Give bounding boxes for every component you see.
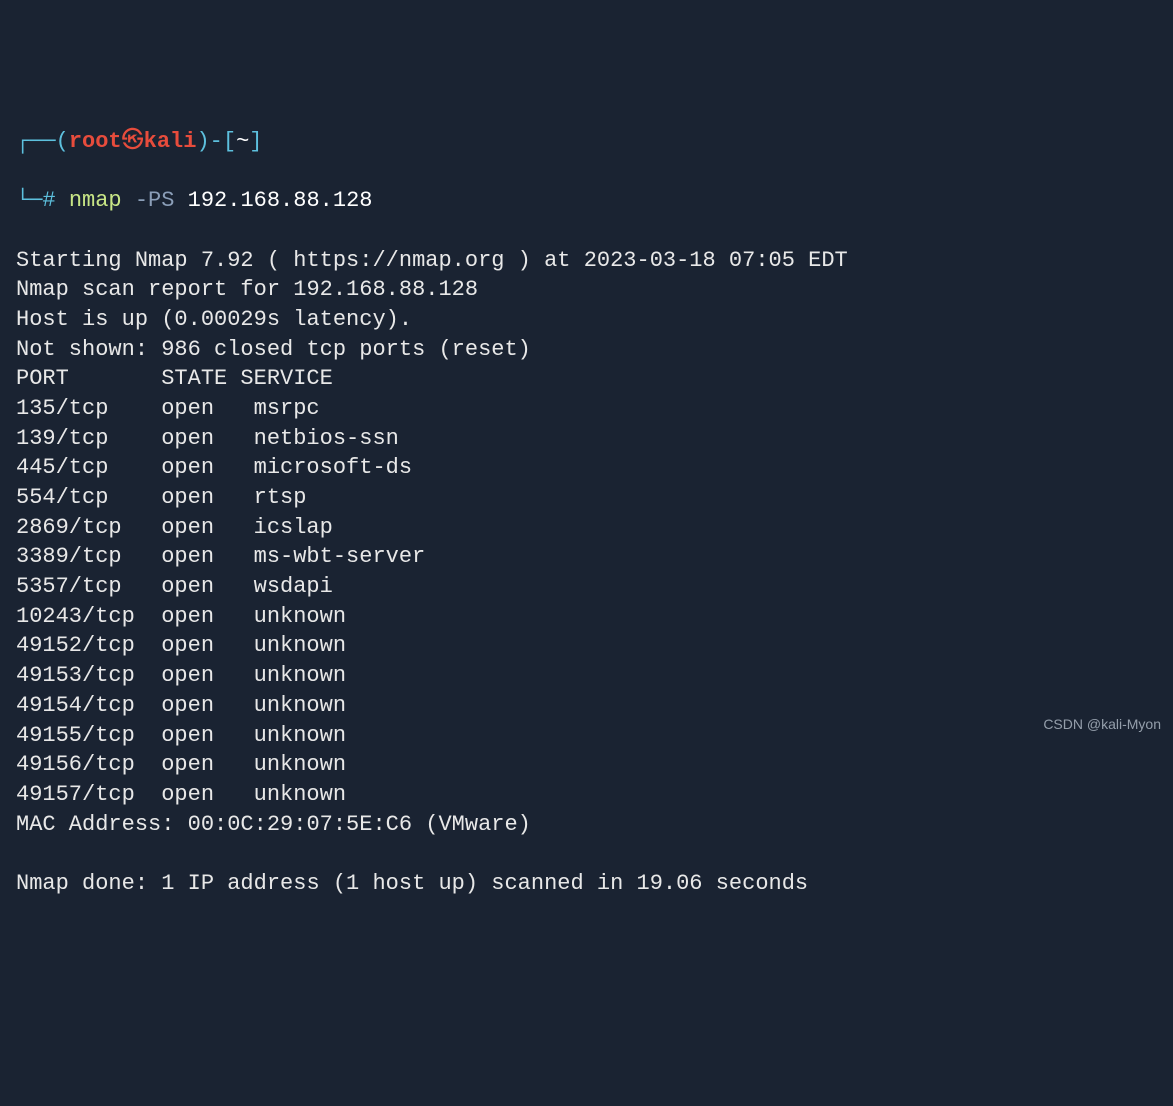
port-row: 3389/tcpopenms-wbt-server bbox=[16, 544, 425, 569]
prompt-line-2: └─# nmap -PS 192.168.88.128 bbox=[16, 186, 1157, 216]
port-row: 10243/tcpopenunknown bbox=[16, 604, 346, 629]
port-cell: 49152/tcp bbox=[16, 631, 161, 661]
port-row: 135/tcpopenmsrpc bbox=[16, 396, 320, 421]
port-row: 49156/tcpopenunknown bbox=[16, 752, 346, 777]
prompt-host: kali bbox=[144, 129, 197, 154]
port-cell: 49154/tcp bbox=[16, 691, 161, 721]
port-cell: 49156/tcp bbox=[16, 750, 161, 780]
output-report: Nmap scan report for 192.168.88.128 bbox=[16, 277, 478, 302]
output-done: Nmap done: 1 IP address (1 host up) scan… bbox=[16, 871, 808, 896]
port-row: 5357/tcpopenwsdapi bbox=[16, 574, 333, 599]
port-cell: 49157/tcp bbox=[16, 780, 161, 810]
watermark: CSDN @kali-Myon bbox=[1043, 715, 1161, 734]
prompt-line-1: ┌──(root㉿kali)-[~] bbox=[16, 127, 1157, 157]
output-mac: MAC Address: 00:0C:29:07:5E:C6 (VMware) bbox=[16, 812, 531, 837]
service-cell: msrpc bbox=[254, 396, 320, 421]
state-cell: open bbox=[161, 631, 253, 661]
port-cell: 5357/tcp bbox=[16, 572, 161, 602]
service-cell: ms-wbt-server bbox=[254, 544, 426, 569]
output-hostup: Host is up (0.00029s latency). bbox=[16, 307, 412, 332]
port-row: 49155/tcpopenunknown bbox=[16, 723, 346, 748]
port-cell: 139/tcp bbox=[16, 424, 161, 454]
state-cell: open bbox=[161, 780, 253, 810]
state-cell: open bbox=[161, 721, 253, 751]
port-cell: 2869/tcp bbox=[16, 513, 161, 543]
service-cell: icslap bbox=[254, 515, 333, 540]
service-cell: netbios-ssn bbox=[254, 426, 399, 451]
port-cell: 49155/tcp bbox=[16, 721, 161, 751]
service-cell: microsoft-ds bbox=[254, 455, 412, 480]
command-bin: nmap bbox=[69, 188, 122, 213]
command-target: 192.168.88.128 bbox=[188, 188, 373, 213]
service-cell: unknown bbox=[254, 752, 346, 777]
service-cell: rtsp bbox=[254, 485, 307, 510]
port-cell: 445/tcp bbox=[16, 453, 161, 483]
port-row: 49154/tcpopenunknown bbox=[16, 693, 346, 718]
service-cell: wsdapi bbox=[254, 574, 333, 599]
port-cell: 49153/tcp bbox=[16, 661, 161, 691]
port-cell: 135/tcp bbox=[16, 394, 161, 424]
state-cell: open bbox=[161, 483, 253, 513]
service-cell: unknown bbox=[254, 782, 346, 807]
port-cell: 3389/tcp bbox=[16, 542, 161, 572]
state-cell: open bbox=[161, 750, 253, 780]
state-cell: open bbox=[161, 453, 253, 483]
skull-icon: ㉿ bbox=[122, 129, 144, 154]
state-cell: open bbox=[161, 513, 253, 543]
terminal-output[interactable]: ┌──(root㉿kali)-[~] └─# nmap -PS 192.168.… bbox=[16, 127, 1157, 899]
service-cell: unknown bbox=[254, 633, 346, 658]
prompt-user: root bbox=[69, 129, 122, 154]
port-row: 49153/tcpopenunknown bbox=[16, 663, 346, 688]
port-row: 139/tcpopennetbios-ssn bbox=[16, 426, 399, 451]
port-row: 554/tcpopenrtsp bbox=[16, 485, 306, 510]
output-notshown: Not shown: 986 closed tcp ports (reset) bbox=[16, 337, 531, 362]
state-cell: open bbox=[161, 394, 253, 424]
service-cell: unknown bbox=[254, 604, 346, 629]
service-cell: unknown bbox=[254, 693, 346, 718]
port-row: 2869/tcpopenicslap bbox=[16, 515, 333, 540]
state-cell: open bbox=[161, 691, 253, 721]
state-cell: open bbox=[161, 661, 253, 691]
port-row: 445/tcpopenmicrosoft-ds bbox=[16, 455, 412, 480]
prompt-symbol: # bbox=[42, 188, 55, 213]
port-row: 49157/tcpopenunknown bbox=[16, 782, 346, 807]
command-flag: -PS bbox=[135, 188, 175, 213]
state-cell: open bbox=[161, 602, 253, 632]
output-starting: Starting Nmap 7.92 ( https://nmap.org ) … bbox=[16, 248, 848, 273]
ports-list: 135/tcpopenmsrpc 139/tcpopennetbios-ssn … bbox=[16, 394, 1157, 810]
state-cell: open bbox=[161, 424, 253, 454]
service-cell: unknown bbox=[254, 663, 346, 688]
service-cell: unknown bbox=[254, 723, 346, 748]
port-cell: 554/tcp bbox=[16, 483, 161, 513]
state-cell: open bbox=[161, 572, 253, 602]
port-cell: 10243/tcp bbox=[16, 602, 161, 632]
port-header: PORTSTATESERVICE bbox=[16, 366, 333, 391]
port-row: 49152/tcpopenunknown bbox=[16, 633, 346, 658]
prompt-cwd: ~ bbox=[236, 129, 249, 154]
state-cell: open bbox=[161, 542, 253, 572]
